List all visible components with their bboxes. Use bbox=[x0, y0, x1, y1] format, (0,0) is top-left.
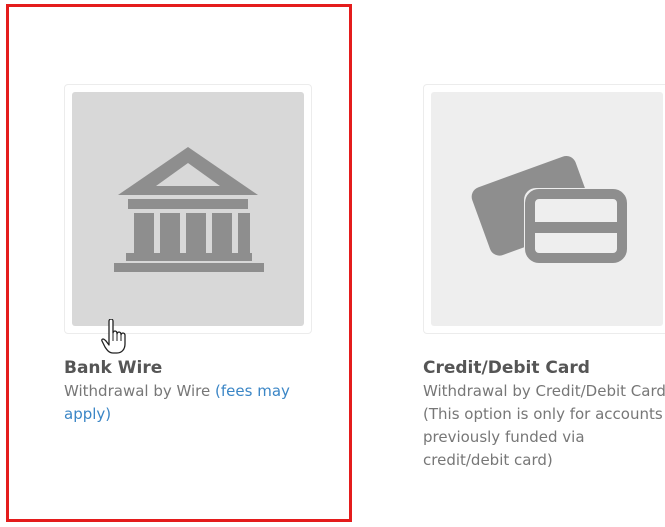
bank-wire-title: Bank Wire bbox=[64, 358, 163, 378]
credit-card-title: Credit/Debit Card bbox=[423, 358, 590, 378]
withdrawal-methods: Bank Wire Withdrawal by Wire (fees may a… bbox=[0, 0, 665, 527]
credit-debit-card-option[interactable]: Credit/Debit Card Withdrawal by Credit/D… bbox=[423, 84, 665, 472]
credit-card-icon bbox=[471, 155, 628, 264]
bank-wire-tile[interactable] bbox=[64, 84, 312, 334]
bank-wire-description-text: Withdrawal by Wire bbox=[64, 382, 211, 400]
bank-wire-tile-inner bbox=[72, 92, 304, 326]
credit-card-tile[interactable] bbox=[423, 84, 665, 334]
credit-card-description: Withdrawal by Credit/Debit Card (This op… bbox=[423, 382, 665, 469]
bank-wire-option[interactable]: Bank Wire Withdrawal by Wire (fees may a… bbox=[64, 84, 314, 426]
bank-icon bbox=[114, 147, 264, 272]
hand-pointer-icon bbox=[101, 319, 126, 354]
bank-wire-description: Withdrawal by Wire (fees may apply) bbox=[64, 380, 304, 426]
credit-card-tile-inner bbox=[431, 92, 663, 326]
